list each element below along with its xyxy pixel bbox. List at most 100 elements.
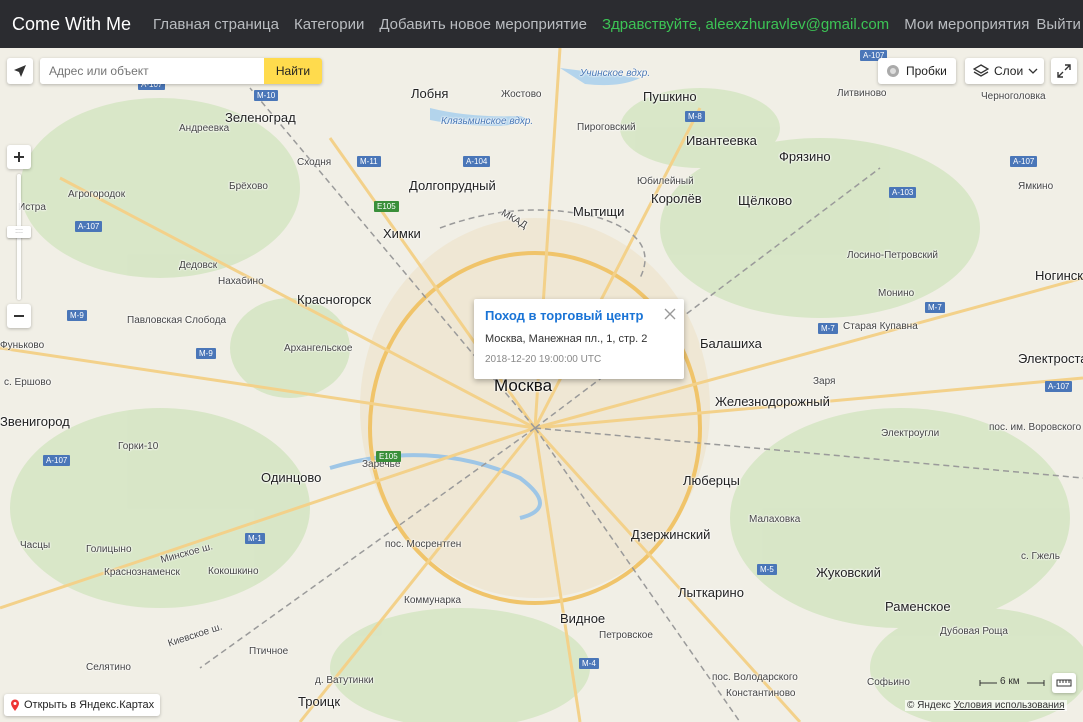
top-navbar: Come With Me Главная страница Категории … — [0, 0, 1083, 48]
map-label-town: Горки-10 — [118, 441, 159, 452]
road-sign: M-1 — [245, 533, 265, 544]
map-label-town: Агрогородок — [68, 189, 126, 200]
map-label-town: Старая Купавна — [843, 321, 918, 332]
map-label-city: Химки — [383, 226, 421, 241]
map-label-town: Петровское — [599, 630, 653, 641]
map-label-city: Люберцы — [683, 473, 740, 488]
zoom-out-button[interactable] — [7, 304, 31, 328]
map-label-city: Долгопрудный — [409, 178, 496, 193]
map-search-input[interactable] — [40, 58, 264, 84]
map-label-moscow: Москва — [494, 376, 553, 395]
nav-categories-link[interactable]: Категории — [294, 16, 364, 33]
map-label-town: Черноголовка — [981, 91, 1046, 102]
open-in-yandex-button[interactable]: Открыть в Яндекс.Картах — [4, 694, 161, 716]
map-label-city: Одинцово — [261, 470, 322, 485]
yandex-map[interactable]: Москва Лобня Пушкино Зеленоград Ивантеев… — [0, 48, 1083, 722]
map-search-box: Найти — [40, 58, 322, 84]
ruler-button[interactable] — [1052, 673, 1076, 693]
geolocation-button[interactable] — [7, 58, 33, 84]
map-label-town: Монино — [878, 288, 915, 299]
road-sign: M-7 — [925, 302, 945, 313]
map-label-city: Жуковский — [816, 565, 881, 580]
map-label-town: Ямкино — [1018, 181, 1054, 192]
road-sign: A-107 — [43, 455, 71, 466]
map-label-city: Щёлково — [738, 193, 793, 208]
ruler-icon — [1056, 679, 1072, 687]
nav-home-link[interactable]: Главная страница — [153, 16, 279, 33]
map-scale: 6 км — [979, 676, 1045, 690]
road-sign: A-107 — [75, 221, 103, 232]
map-label-city: Ногинск — [1035, 268, 1083, 283]
brand-logo[interactable]: Come With Me — [12, 14, 131, 35]
map-label-town: Пироговский — [577, 122, 636, 133]
road-sign: E105 — [376, 451, 401, 462]
expand-icon — [1057, 64, 1071, 78]
layers-icon — [973, 64, 989, 77]
map-label-town: с. Ершово — [4, 377, 52, 388]
map-label-city: Звенигород — [0, 414, 70, 429]
map-label-town: Истра — [18, 202, 46, 213]
traffic-label: Пробки — [906, 64, 947, 78]
map-label-city: Железнодорожный — [715, 394, 830, 409]
map-label-town: Павловская Слобода — [127, 315, 227, 326]
event-title-link[interactable]: Поход в торговый центр — [485, 308, 673, 323]
zoom-slider-handle[interactable]: :::: — [7, 226, 31, 238]
map-label-town: д. Ватутинки — [315, 675, 374, 686]
map-search-button[interactable]: Найти — [264, 58, 322, 84]
map-label-town: Голицыно — [86, 544, 132, 555]
map-label-reservoir: Учинское вдхр. — [580, 68, 651, 79]
zoom-in-button[interactable] — [7, 145, 31, 169]
event-balloon: Поход в торговый центр Москва, Манежная … — [474, 299, 684, 379]
map-label-town: Птичное — [249, 646, 289, 657]
minus-icon — [14, 315, 24, 317]
map-label-town: пос. Володарского — [712, 672, 798, 683]
road-sign: M-9 — [196, 348, 216, 359]
event-address: Москва, Манежная пл., 1, стр. 2 — [485, 333, 648, 345]
close-icon[interactable] — [663, 307, 677, 321]
map-label-town: Заря — [813, 376, 836, 387]
plus-icon — [14, 152, 24, 162]
map-label-town: Дубовая Роща — [940, 626, 1008, 637]
map-label-town: Литвиново — [837, 88, 887, 99]
road-sign: A-107 — [1045, 381, 1073, 392]
map-label-town: Часцы — [20, 540, 51, 551]
map-label-town: Константиново — [726, 688, 796, 699]
my-events-link[interactable]: Мои мероприятия — [904, 16, 1029, 33]
road-sign: A-104 — [463, 156, 491, 167]
map-label-city: Красногорск — [297, 292, 372, 307]
layers-label: Слои — [994, 64, 1024, 78]
road-sign: E105 — [374, 201, 399, 212]
fullscreen-button[interactable] — [1051, 58, 1077, 84]
map-label-town: с. Гжель — [1021, 551, 1060, 562]
map-label-town: Дедовск — [179, 260, 218, 271]
user-greeting: Здравствуйте, aleexzhuravlev@gmail.com — [601, 15, 890, 33]
map-pin-icon — [11, 699, 19, 711]
map-label-town: Юбилейный — [637, 176, 694, 187]
map-label-town: Краснознаменск — [104, 567, 180, 578]
map-label-town: Жостово — [501, 89, 542, 100]
map-label-city: Мытищи — [573, 204, 625, 219]
map-label-town: Брёхово — [229, 181, 268, 192]
road-sign: M-7 — [818, 323, 838, 334]
road-sign: M-10 — [254, 90, 279, 101]
road-sign: A-107 — [1010, 156, 1038, 167]
road-sign: M-4 — [579, 658, 599, 669]
map-label-city: Пушкино — [643, 89, 697, 104]
map-label-city: Балашиха — [700, 336, 762, 351]
map-label-town: пос. Мосрентген — [385, 539, 462, 550]
map-label-town: Андреевка — [179, 123, 230, 134]
layers-button[interactable]: Слои — [965, 58, 1044, 84]
map-label-city: Зеленоград — [225, 110, 296, 125]
location-arrow-icon — [14, 65, 26, 77]
traffic-button[interactable]: Пробки — [878, 58, 956, 84]
chevron-down-icon — [1028, 68, 1038, 74]
terms-link[interactable]: Условия использования — [954, 700, 1065, 711]
map-label-city: Раменское — [885, 599, 951, 614]
map-label-town: Архангельское — [284, 343, 353, 354]
map-label-city: Королёв — [651, 191, 702, 206]
nav-add-event-link[interactable]: Добавить новое мероприятие — [379, 16, 587, 33]
map-label-city: Лобня — [411, 86, 449, 101]
road-sign: M-11 — [357, 156, 381, 167]
logout-link[interactable]: Выйти — [1036, 16, 1080, 33]
map-label-town: Софьино — [867, 677, 910, 688]
